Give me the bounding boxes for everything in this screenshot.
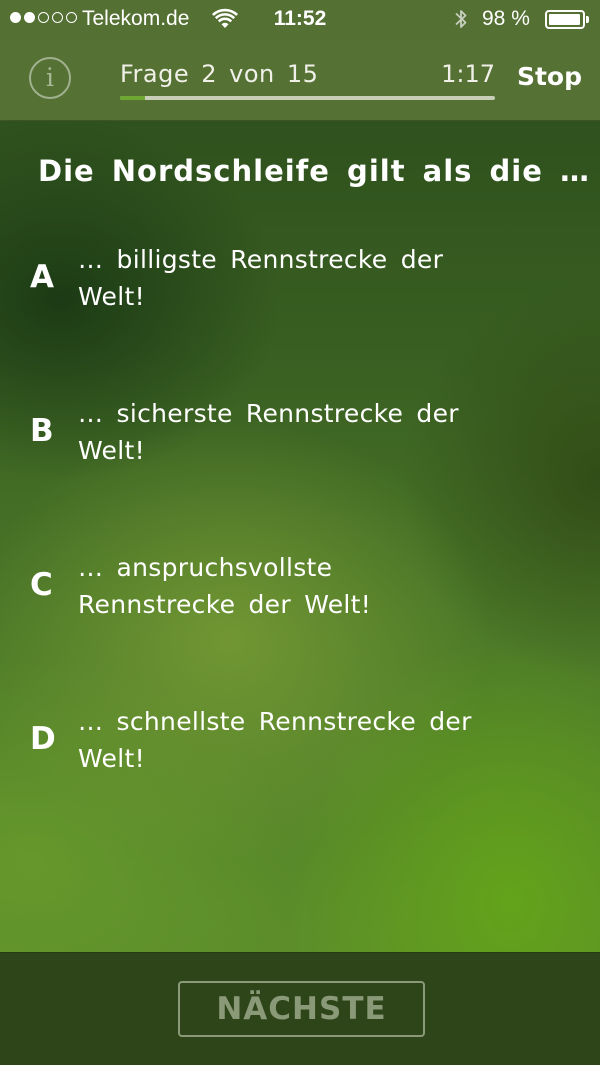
quiz-progress-fill [120,96,146,100]
answer-text: … sicherste Rennstrecke der Welt! [78,399,459,465]
next-button[interactable]: NÄCHSTE [178,981,425,1037]
answer-text: … billigste Rennstrecke der Welt! [78,245,444,311]
answer-letter: D [30,721,56,757]
bluetooth-icon [455,10,467,28]
battery-icon [545,10,585,29]
answer-letter: B [30,413,54,449]
answer-option-b[interactable]: B … sicherste Rennstrecke der Welt! [0,395,600,505]
answer-option-a[interactable]: A … billigste Rennstrecke der Welt! [0,241,600,351]
quiz-screen: Telekom.de 11:52 98 % i Frage 2 von 15 1… [0,0,600,1065]
question-text: Die Nordschleife gilt als die … [38,154,590,188]
battery-percentage: 98 % [482,7,530,30]
quiz-footer: NÄCHSTE [0,952,600,1065]
question-counter: Frage 2 von 15 [120,60,319,88]
stop-button[interactable]: Stop [517,62,582,91]
answer-option-c[interactable]: C … anspruchsvollste Rennstrecke der Wel… [0,549,600,659]
answer-text: … anspruchsvollste Rennstrecke der Welt! [78,553,372,619]
quiz-progress-bar [120,96,495,100]
answer-text: … schnellste Rennstrecke der Welt! [78,707,472,773]
answer-letter: C [30,567,53,603]
info-icon: i [46,63,54,92]
status-bar: Telekom.de 11:52 98 % [0,0,600,40]
info-button[interactable]: i [29,57,71,99]
battery-cap [586,16,589,23]
quiz-header: i Frage 2 von 15 1:17 Stop [0,40,600,121]
answer-letter: A [30,259,54,295]
countdown-timer: 1:17 [441,60,495,88]
answer-option-d[interactable]: D … schnellste Rennstrecke der Welt! [0,703,600,813]
